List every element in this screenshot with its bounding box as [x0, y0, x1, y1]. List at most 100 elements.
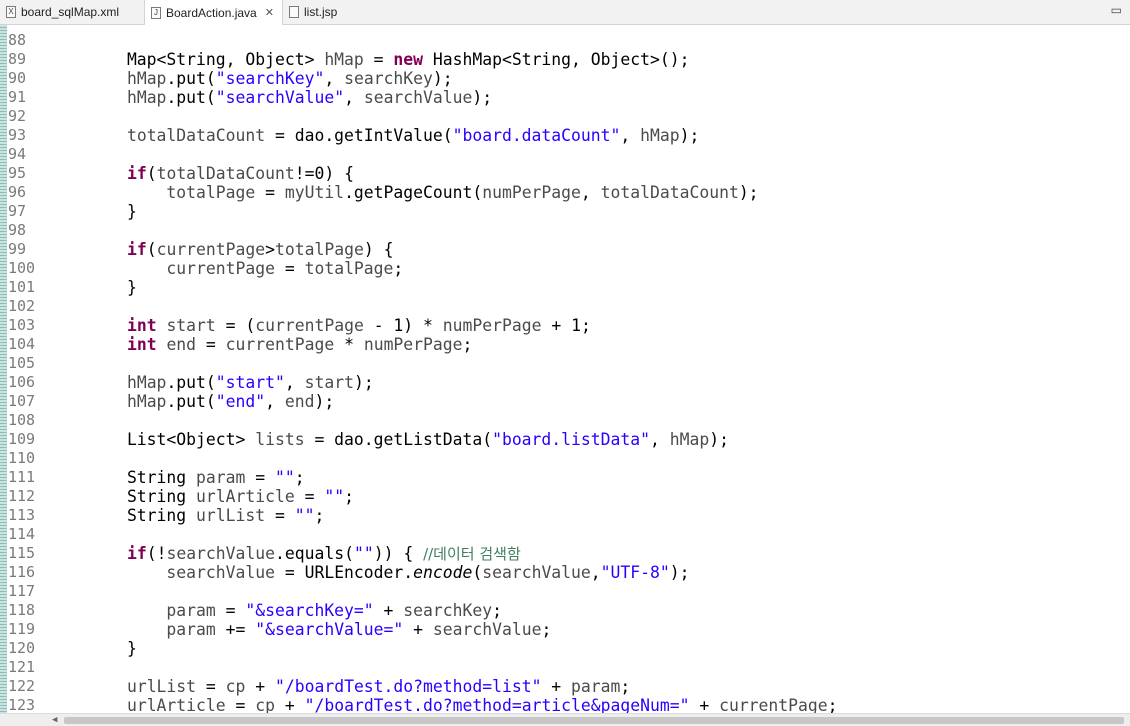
line-number: 95 [8, 164, 27, 182]
code-token: .getPageCount( [344, 183, 483, 202]
code-token: hMap [324, 50, 364, 69]
code-line: totalDataCount = dao.getIntValue("board.… [48, 126, 699, 145]
tab-boardaction-java[interactable]: J BoardAction.java ✕ [144, 0, 283, 25]
line-number: 107 [8, 392, 36, 410]
code-line: currentPage = totalPage; [48, 259, 403, 278]
code-token: currentPage [166, 259, 275, 278]
code-token: , [344, 88, 364, 107]
code-token: totalPage [304, 259, 394, 278]
code-token: = [255, 183, 285, 202]
tab-board-sqlmap-xml[interactable]: Xboard_sqlMap.xml [0, 0, 144, 23]
code-token: //데이터 검색함 [423, 545, 521, 563]
code-token: encode [413, 563, 473, 582]
maximize-icon[interactable]: ▭ [1111, 3, 1122, 17]
code-token: totalDataCount [156, 164, 295, 183]
editor-area[interactable]: 88 89 90 91 92 93 94 95 96 97 98 99 100 101 102 103 104 1… [0, 25, 1130, 713]
code-token: "end" [215, 392, 266, 411]
code-token: ; [294, 468, 305, 487]
scrollbar-thumb[interactable] [64, 717, 1124, 724]
code-token: hMap [669, 430, 710, 449]
tab-list-jsp[interactable]: list.jsp [283, 0, 353, 23]
code-token: = dao.getIntValue( [265, 126, 453, 145]
code-token: !=0) { [294, 164, 354, 183]
line-number: 120 [8, 639, 36, 657]
code-token: HashMap<String, Object>(); [423, 50, 690, 69]
code-token: "" [353, 544, 374, 563]
code-token: , [590, 563, 601, 582]
code-line: if(totalDataCount!=0) { [48, 164, 354, 183]
code-token: "" [324, 487, 345, 506]
code-line: hMap.put("searchKey", searchKey); [48, 69, 453, 88]
code-token: ) { [363, 240, 394, 259]
code-line: String urlArticle = ""; [48, 487, 354, 506]
code-token: currentPage [225, 335, 335, 354]
code-token: ); [738, 183, 759, 202]
code-token: "&searchKey=" [245, 601, 374, 620]
code-token: numPerPage [442, 316, 542, 335]
code-token: , [265, 392, 285, 411]
code-token: * [334, 335, 364, 354]
close-tab-icon[interactable]: ✕ [265, 6, 274, 19]
code-token: totalDataCount [126, 126, 266, 145]
horizontal-scrollbar[interactable]: ◀ [0, 713, 1130, 726]
line-number: 91 [8, 88, 27, 106]
code-line: String urlList = ""; [48, 506, 324, 525]
scroll-left-icon[interactable]: ◀ [52, 715, 57, 725]
code-token: ); [314, 392, 335, 411]
code-token: hMap [126, 373, 167, 392]
code-token: + [275, 696, 305, 713]
code-token: param [166, 601, 216, 620]
code-token: "board.listData" [492, 430, 650, 449]
line-number: 110 [8, 449, 36, 467]
code-token: ; [314, 506, 325, 525]
code-token: "UTF-8" [600, 563, 670, 582]
code-token: .put( [166, 69, 216, 88]
code-line: } [48, 202, 137, 221]
code-token: = [225, 696, 256, 713]
line-number: 113 [8, 506, 36, 524]
code-token: , [620, 126, 641, 145]
code-token: currentPage [156, 240, 266, 259]
code-token: ; [462, 335, 473, 354]
code-text-area[interactable]: Map<String, Object> hMap = new HashMap<S… [48, 25, 1118, 713]
jsp-file-icon [289, 5, 299, 18]
line-number: 92 [8, 107, 27, 125]
code-line: int end = currentPage * numPerPage; [48, 335, 472, 354]
code-token: = [294, 487, 325, 506]
code-line: hMap.put("end", end); [48, 392, 334, 411]
code-token: hMap [126, 69, 167, 88]
line-number: 101 [8, 278, 36, 296]
code-token: searchValue [166, 563, 275, 582]
tab-label: board_sqlMap.xml [21, 4, 120, 19]
code-token: String [48, 468, 197, 487]
code-token: = URLEncoder. [274, 563, 414, 582]
code-token: Map<String, Object> [48, 50, 325, 69]
line-number: 99 [8, 240, 27, 258]
code-token: = [196, 335, 226, 354]
code-line: } [48, 278, 137, 297]
code-token: int [126, 316, 157, 335]
line-number: 100 [8, 259, 36, 277]
line-number: 118 [8, 601, 36, 619]
line-number: 122 [8, 677, 36, 695]
code-token: new [393, 50, 424, 69]
code-token: = [245, 468, 275, 487]
code-token: } [48, 202, 137, 221]
code-token: end [166, 335, 197, 354]
code-token: > [265, 240, 276, 259]
line-number: 94 [8, 145, 27, 163]
code-token: "" [294, 506, 315, 525]
code-line: param = "&searchKey=" + searchKey; [48, 601, 502, 620]
code-token: ; [393, 259, 404, 278]
code-token: += [215, 620, 256, 639]
code-line: Map<String, Object> hMap = new HashMap<S… [48, 50, 690, 69]
code-token: } [48, 278, 137, 297]
